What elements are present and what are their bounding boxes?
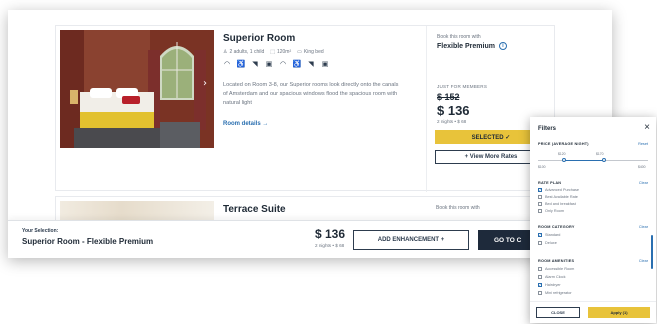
checkbox[interactable] bbox=[538, 267, 542, 271]
filters-scrollbar[interactable] bbox=[651, 235, 653, 269]
price-reset-link[interactable]: Reset bbox=[638, 142, 648, 146]
amenity-option[interactable]: Mini refrigerator bbox=[538, 291, 572, 295]
price-max-label: $400 bbox=[638, 165, 646, 169]
checkbox-checked[interactable]: ✓ bbox=[538, 188, 542, 192]
accessible-icon: ♿ bbox=[292, 61, 302, 68]
checkbox[interactable] bbox=[538, 195, 542, 199]
area-icon: ⬚ bbox=[270, 49, 275, 55]
rate-plan-option[interactable]: Only Room bbox=[538, 209, 564, 213]
bed-icon: ▭ bbox=[297, 49, 302, 55]
option-label: Standard bbox=[545, 233, 561, 237]
minibar-icon: ▣ bbox=[321, 61, 329, 68]
category-option[interactable]: Deluxe bbox=[538, 241, 557, 245]
room-title: Terrace Suite bbox=[223, 204, 286, 215]
book-label: Book this room with bbox=[436, 205, 480, 211]
category-option[interactable]: ✓ Standard bbox=[538, 233, 560, 237]
option-label: Mini refrigerator bbox=[545, 291, 572, 295]
rate-plan-option[interactable]: Bed and breakfast bbox=[538, 202, 576, 206]
option-label: Accessible Room bbox=[545, 267, 575, 271]
guests-icon: ♙ bbox=[223, 49, 228, 55]
close-filters-button[interactable]: CLOSE bbox=[536, 307, 580, 318]
booking-page: › Superior Room ♙ 2 adults, 1 child ⬚ 120m… bbox=[8, 10, 612, 258]
selection-price: $ 136 bbox=[315, 227, 346, 241]
bed-text: King bed bbox=[303, 49, 324, 55]
area-text: 120m² bbox=[276, 49, 292, 55]
room-title: Superior Room bbox=[223, 33, 296, 44]
amenity-option[interactable]: ✓ Hairdryer bbox=[538, 283, 561, 287]
accessible-icon: ♿ bbox=[236, 61, 246, 68]
amenity-option[interactable]: Alarm Clock bbox=[538, 275, 565, 279]
checkbox-checked[interactable]: ✓ bbox=[538, 233, 542, 237]
checkbox-checked[interactable]: ✓ bbox=[538, 283, 542, 287]
checkbox[interactable] bbox=[538, 291, 542, 295]
checkbox[interactable] bbox=[538, 202, 542, 206]
filters-panel: Filters × PRICE (AVERAGE NIGHT) Reset $1… bbox=[530, 117, 656, 323]
price-slider-range bbox=[564, 160, 604, 161]
hairdryer-icon: ◥ bbox=[308, 61, 314, 68]
info-icon[interactable]: i bbox=[498, 42, 507, 50]
rate-plan: Flexible Premium i bbox=[437, 42, 507, 50]
price-slider-max-handle[interactable] bbox=[602, 158, 606, 162]
price-min-label: $100 bbox=[538, 165, 546, 169]
room-specs: ♙ 2 adults, 1 child ⬚ 120m² ▭ King bed bbox=[223, 49, 324, 55]
rate-plan-option[interactable]: ✓ Advanced Purchase bbox=[538, 188, 579, 192]
amenity-option[interactable]: Accessible Room bbox=[538, 267, 574, 271]
checkbox[interactable] bbox=[538, 241, 542, 245]
selection-value: Superior Room - Flexible Premium bbox=[22, 237, 154, 246]
old-price: $ 152 bbox=[437, 92, 460, 102]
room-card-superior: › Superior Room ♙ 2 adults, 1 child ⬚ 120m… bbox=[55, 25, 555, 192]
room-photo: › bbox=[60, 30, 214, 148]
option-label: Best Available Rate bbox=[545, 195, 578, 199]
option-label: Advanced Purchase bbox=[545, 188, 579, 192]
room-amenities-section-title: ROOM AMENITIES bbox=[538, 259, 575, 263]
option-label: Deluxe bbox=[545, 241, 557, 245]
wifi-icon: ◠ bbox=[279, 61, 287, 68]
checkbox[interactable] bbox=[538, 209, 542, 213]
checkbox[interactable] bbox=[538, 275, 542, 279]
option-label: Only Room bbox=[545, 209, 564, 213]
member-price: $ 136 bbox=[437, 103, 470, 118]
selection-bar: Your Selection: Superior Room - Flexible… bbox=[8, 220, 612, 258]
occupancy-text: 2 adults, 1 child bbox=[229, 49, 265, 55]
price-slider-min-handle[interactable] bbox=[562, 158, 566, 162]
rate-plan-clear-link[interactable]: Clear bbox=[639, 181, 648, 185]
room-description: Located on Room 3-8, our Superior rooms … bbox=[223, 82, 399, 106]
rate-plan-name: Flexible Premium bbox=[437, 42, 495, 50]
filters-title: Filters bbox=[538, 126, 557, 132]
apply-filters-button[interactable]: Apply (1) bbox=[588, 307, 650, 318]
wifi-icon: ◠ bbox=[223, 61, 231, 68]
room-category-section-title: ROOM CATEGORY bbox=[538, 225, 575, 229]
hairdryer-icon: ◥ bbox=[252, 61, 258, 68]
close-icon[interactable]: × bbox=[644, 122, 650, 133]
rate-plan-option[interactable]: Best Available Rate bbox=[538, 195, 578, 199]
add-enhancement-button[interactable]: ADD ENHANCEMENT + bbox=[353, 230, 469, 250]
category-clear-link[interactable]: Clear bbox=[639, 225, 648, 229]
minibar-icon: ▣ bbox=[265, 61, 273, 68]
room-details-link[interactable]: Room details → bbox=[223, 121, 268, 127]
book-label: Book this room with bbox=[437, 34, 481, 40]
range-high-label: $170 bbox=[596, 152, 604, 156]
rate-plan-section-title: RATE PLAN bbox=[538, 181, 562, 185]
range-low-label: $120 bbox=[558, 152, 566, 156]
option-label: Hairdryer bbox=[545, 283, 561, 287]
amenities-clear-link[interactable]: Clear bbox=[639, 259, 648, 263]
option-label: Bed and breakfast bbox=[545, 202, 576, 206]
selection-nights: 2 nights • $ 68 bbox=[315, 243, 345, 248]
option-label: Alarm Clock bbox=[545, 275, 566, 279]
filters-footer: CLOSE Apply (1) bbox=[530, 301, 656, 323]
price-section-title: PRICE (AVERAGE NIGHT) bbox=[538, 142, 589, 146]
selection-label: Your Selection: bbox=[22, 228, 59, 234]
members-label: JUST FOR MEMBERS bbox=[437, 84, 488, 89]
nights-text: 2 nights • $ 68 bbox=[437, 119, 467, 124]
amenity-icons: ◠ ♿ ◥ ▣ ◠ ♿ ◥ ▣ bbox=[223, 60, 329, 68]
svg-text:›: › bbox=[203, 78, 207, 89]
